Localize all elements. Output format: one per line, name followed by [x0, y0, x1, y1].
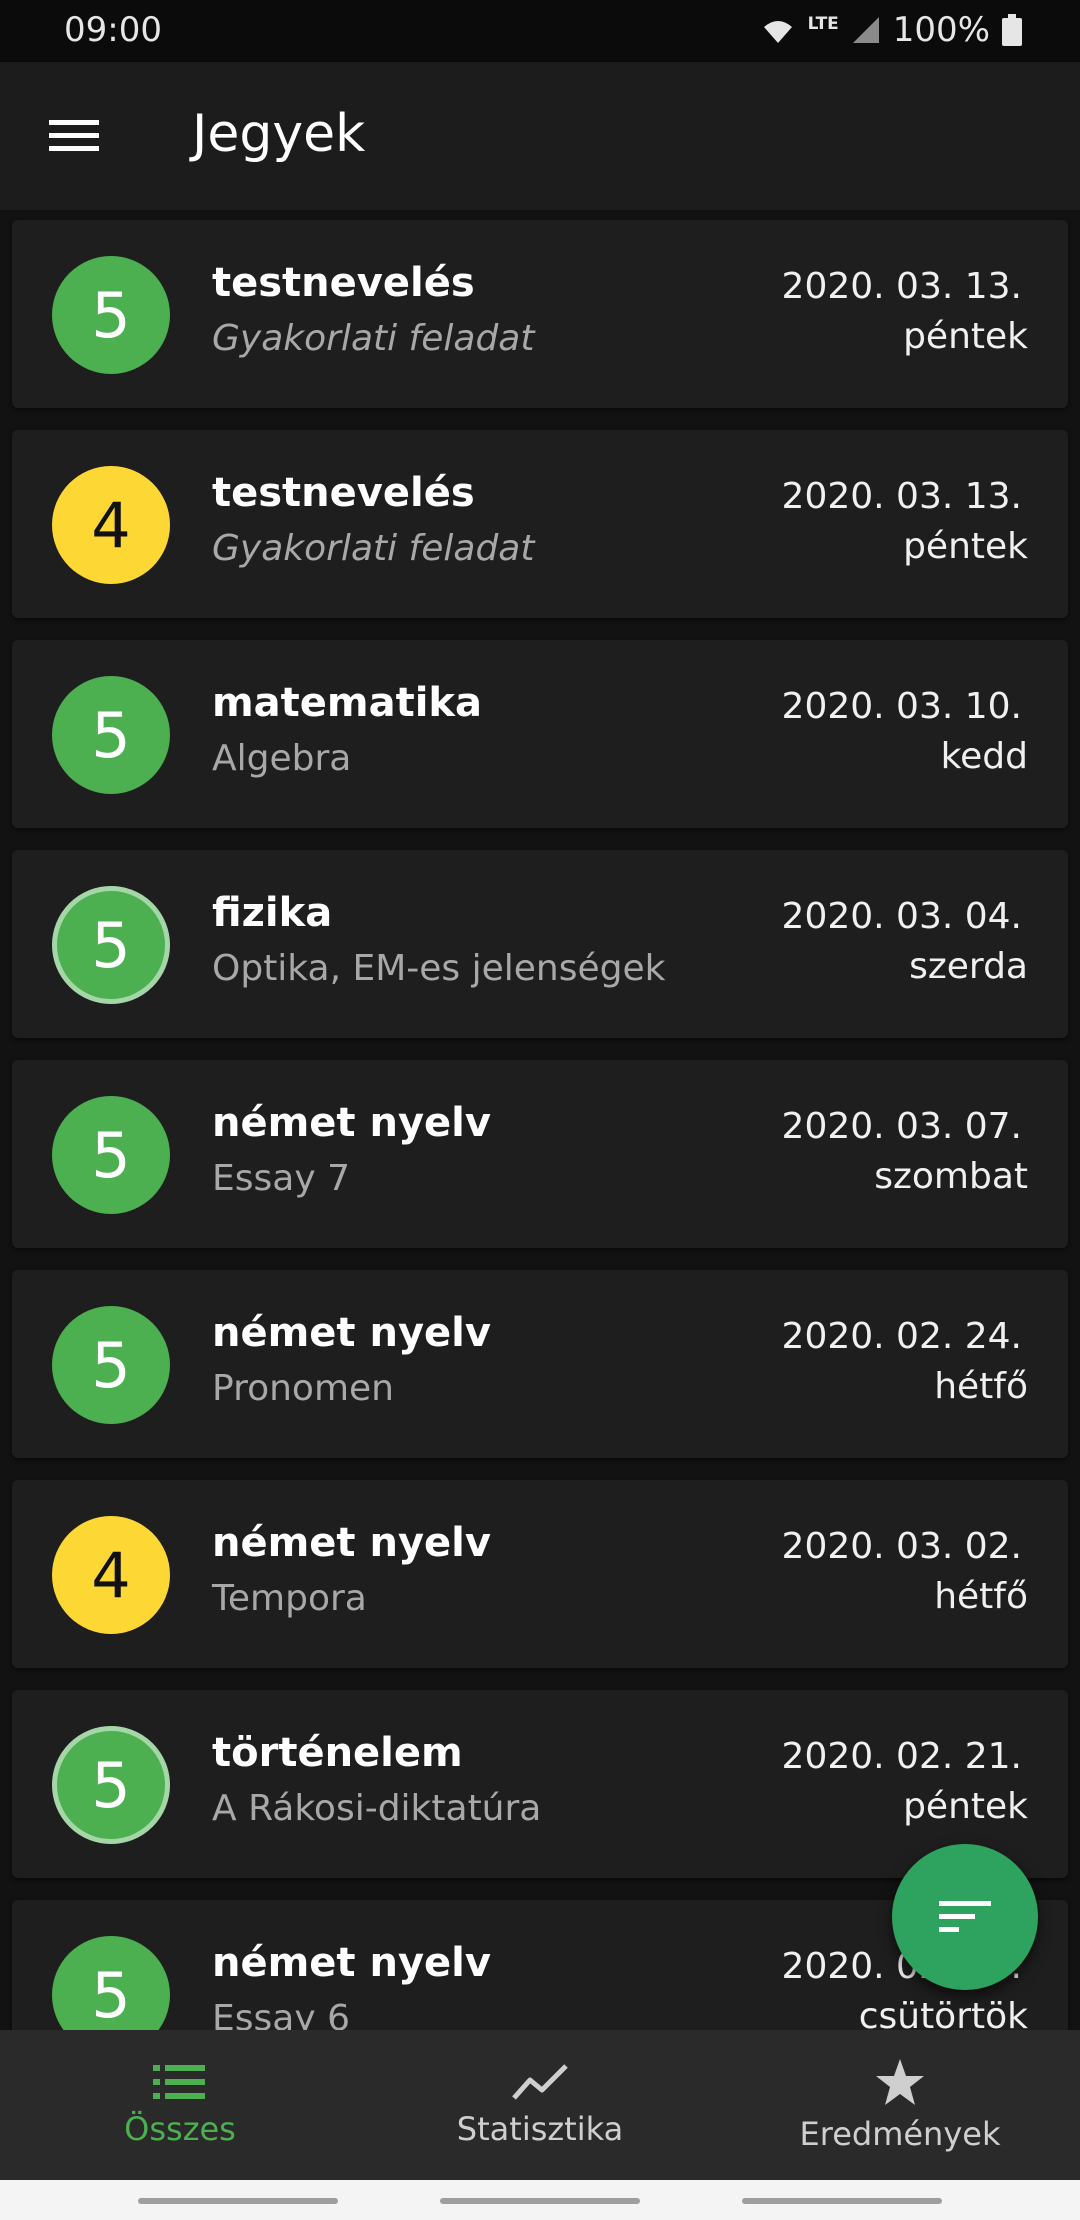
grade-weekday: szerda — [909, 946, 1028, 987]
grade-card[interactable]: 4 német nyelv Tempora 2020. 03. 02. hétfő — [12, 1480, 1068, 1668]
bottom-navigation: Összes Statisztika Eredmények — [0, 2030, 1080, 2180]
grade-badge: 5 — [52, 1306, 170, 1424]
grade-badge: 5 — [52, 886, 170, 1004]
grade-weekday: kedd — [940, 736, 1028, 777]
hamburger-menu-icon — [49, 120, 99, 151]
subject-name: német nyelv — [212, 1520, 491, 1566]
grade-topic: Algebra — [212, 738, 352, 779]
list-icon — [153, 2065, 205, 2099]
grade-date: 2020. 03. 13. — [781, 476, 1022, 517]
page-title: Jegyek — [192, 104, 366, 164]
grade-list[interactable]: 5 testnevelés Gyakorlati feladat 2020. 03. … — [0, 210, 1080, 2030]
status-bar: 09:00 LTE 100% — [0, 0, 1080, 62]
grade-date: 2020. 02. 21. — [781, 1736, 1022, 1777]
network-type: LTE — [807, 14, 839, 34]
grade-topic: A Rákosi-diktatúra — [212, 1788, 542, 1829]
nav-item-eredmenyek[interactable]: Eredmények — [720, 2030, 1080, 2180]
subject-name: német nyelv — [212, 1100, 491, 1146]
grade-weekday: szombat — [874, 1156, 1028, 1197]
gesture-pill-left[interactable] — [138, 2198, 338, 2204]
grade-date: 2020. 03. 02. — [781, 1526, 1022, 1567]
wifi-icon — [763, 21, 792, 43]
grade-card[interactable]: 5 német nyelv Pronomen 2020. 02. 24. hétfő — [12, 1270, 1068, 1458]
menu-button[interactable] — [44, 106, 104, 166]
grade-badge: 5 — [52, 1096, 170, 1214]
subject-name: fizika — [212, 890, 333, 936]
grade-card[interactable]: 5 történelem A Rákosi-diktatúra 2020. 02. 2… — [12, 1690, 1068, 1878]
nav-label-statisztika: Statisztika — [456, 2110, 624, 2148]
sort-button[interactable] — [892, 1844, 1038, 1990]
grade-weekday: hétfő — [934, 1366, 1028, 1407]
grade-topic: Optika, EM-es jelenségek — [212, 948, 666, 989]
grade-weekday: hétfő — [934, 1576, 1028, 1617]
nav-item-statisztika[interactable]: Statisztika — [360, 2030, 720, 2180]
grade-weekday: péntek — [903, 1786, 1028, 1827]
subject-name: történelem — [212, 1730, 463, 1776]
grade-card[interactable]: 5 matematika Algebra 2020. 03. 10. kedd — [12, 640, 1068, 828]
grade-date: 2020. 03. 07. — [781, 1106, 1022, 1147]
nav-label-osszes: Összes — [124, 2110, 236, 2148]
grade-topic: Gyakorlati feladat — [212, 528, 535, 569]
grade-badge: 5 — [52, 676, 170, 794]
app-bar: Jegyek — [0, 62, 1080, 210]
grade-date: 2020. 03. 13. — [781, 266, 1022, 307]
grade-card[interactable]: 4 testnevelés Gyakorlati feladat 2020. 03. … — [12, 430, 1068, 618]
trending-chart-icon — [512, 2064, 568, 2100]
grade-card[interactable]: 5 fizika Optika, EM-es jelenségek 2020. 03.… — [12, 850, 1068, 1038]
grade-badge: 5 — [52, 1936, 170, 2030]
grade-card[interactable]: 5 német nyelv Essay 7 2020. 03. 07. szombat — [12, 1060, 1068, 1248]
grade-topic: Essay 7 — [212, 1158, 350, 1199]
grade-card[interactable]: 5 testnevelés Gyakorlati feladat 2020. 03. … — [12, 220, 1068, 408]
subject-name: német nyelv — [212, 1310, 491, 1356]
sort-filter-icon — [939, 1901, 991, 1932]
gesture-pill-right[interactable] — [742, 2198, 942, 2204]
grade-badge: 4 — [52, 466, 170, 584]
grade-topic: Essay 6 — [212, 1998, 350, 2030]
grade-badge: 5 — [52, 256, 170, 374]
cell-signal-icon — [852, 17, 879, 43]
gesture-pill-center[interactable] — [440, 2198, 640, 2204]
subject-name: testnevelés — [212, 470, 475, 516]
nav-label-eredmenyek: Eredmények — [799, 2115, 1001, 2153]
grade-weekday: péntek — [903, 526, 1028, 567]
grade-topic: Tempora — [212, 1578, 367, 1619]
subject-name: testnevelés — [212, 260, 475, 306]
grade-topic: Pronomen — [212, 1368, 394, 1409]
subject-name: német nyelv — [212, 1940, 491, 1986]
grade-badge: 5 — [52, 1726, 170, 1844]
status-indicators: LTE 100% — [760, 10, 1022, 50]
grade-date: 2020. 03. 10. — [781, 686, 1022, 727]
grade-weekday: csütörtök — [858, 1996, 1028, 2030]
system-gesture-bar — [0, 2180, 1080, 2220]
status-time: 09:00 — [64, 10, 162, 50]
grade-topic: Gyakorlati feladat — [212, 318, 535, 359]
grade-badge: 4 — [52, 1516, 170, 1634]
nav-item-osszes[interactable]: Összes — [0, 2030, 360, 2180]
grade-date: 2020. 02. 24. — [781, 1316, 1022, 1357]
grade-date: 2020. 03. 04. — [781, 896, 1022, 937]
star-icon — [876, 2059, 924, 2105]
battery-icon — [1002, 14, 1022, 46]
subject-name: matematika — [212, 680, 483, 726]
grade-weekday: péntek — [903, 316, 1028, 357]
battery-percent: 100% — [892, 10, 990, 50]
